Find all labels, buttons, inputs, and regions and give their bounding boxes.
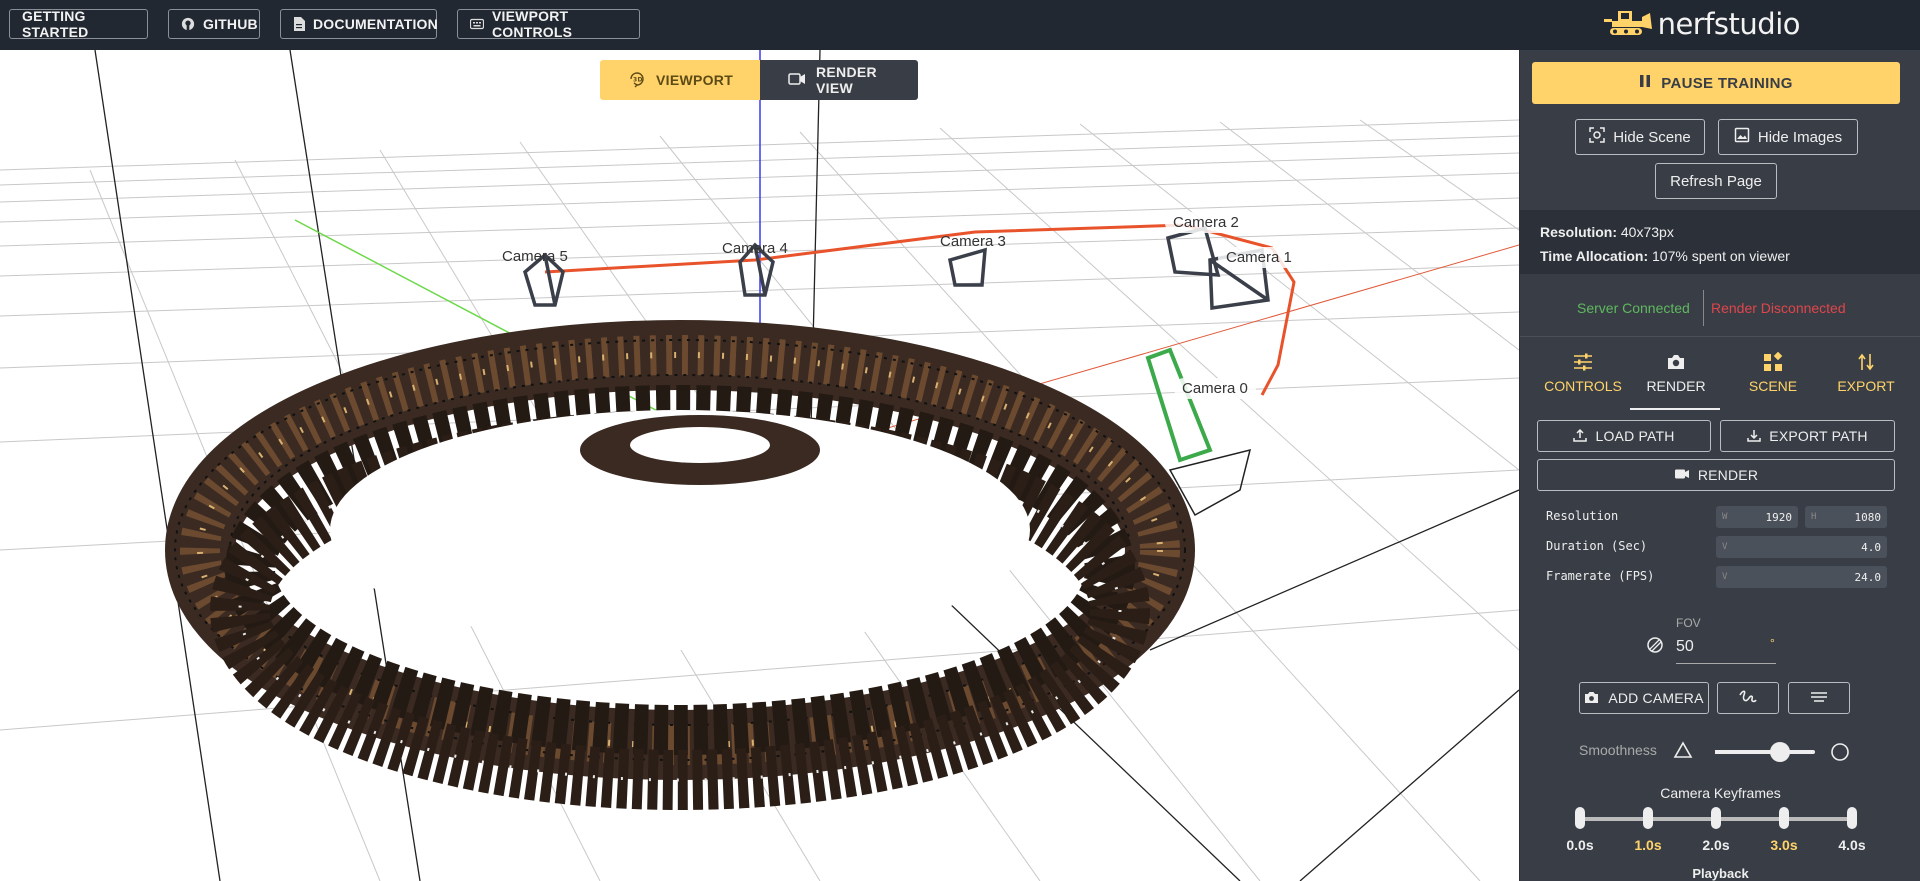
camera-1-label[interactable]: Camera 1 [1218, 247, 1300, 268]
duration-input[interactable]: V 4.0 [1716, 536, 1887, 558]
camera-2-label[interactable]: Camera 2 [1165, 212, 1247, 233]
render-button[interactable]: RENDER [1537, 459, 1895, 491]
getting-started-button[interactable]: GETTING STARTED [9, 8, 148, 40]
image-icon [1734, 127, 1750, 147]
camera-3-frustum [947, 247, 987, 287]
keyboard-icon [470, 17, 484, 31]
hide-scene-button[interactable]: Hide Scene [1575, 119, 1705, 155]
keyframe-time-label: 1.0s [1634, 837, 1662, 853]
framerate-input[interactable]: V 24.0 [1716, 566, 1887, 588]
circle-icon [1830, 742, 1850, 767]
tab-separator [1520, 336, 1920, 337]
3d-viewport[interactable]: Camera 5 Camera 4 Camera 3 Camera 2 Came… [0, 50, 1519, 881]
tab-controls[interactable]: CONTROLS [1535, 350, 1631, 410]
bulldozer-icon [1603, 7, 1654, 42]
view-toggle: 3D VIEWPORT RENDER VIEW [600, 60, 918, 100]
svg-text:3D: 3D [633, 76, 643, 83]
hide-images-button[interactable]: Hide Images [1718, 119, 1858, 155]
render-status: Render Disconnected [1711, 300, 1846, 316]
smoothness-slider[interactable] [1715, 742, 1815, 762]
fov-input[interactable]: 50 [1676, 638, 1776, 664]
keyframe-time-label: 3.0s [1770, 837, 1798, 853]
focus-frame-icon [1589, 127, 1605, 147]
fov-unit: ° [1770, 636, 1775, 650]
tab-scene[interactable]: SCENE [1725, 350, 1821, 410]
tab-export[interactable]: EXPORT [1818, 350, 1914, 410]
add-camera-button[interactable]: ADD CAMERA [1579, 682, 1709, 714]
smoothness-label: Smoothness [1579, 742, 1657, 758]
resolution-info: Resolution: 40x73px [1540, 224, 1674, 240]
keyframe-marker[interactable] [1847, 807, 1857, 829]
gesture-icon [1738, 689, 1758, 708]
fov-label: FOV [1676, 616, 1701, 630]
document-icon [293, 17, 305, 31]
camera-3-label[interactable]: Camera 3 [940, 233, 1006, 250]
playback-label: Playback [1692, 866, 1749, 881]
time-allocation-info: Time Allocation: 107% spent on viewer [1540, 248, 1790, 264]
github-icon [181, 17, 195, 31]
tab-render[interactable]: RENDER [1628, 350, 1724, 410]
refresh-page-button[interactable]: Refresh Page [1655, 163, 1777, 199]
camera-0-label[interactable]: Camera 0 [1174, 378, 1256, 399]
sliders-icon [1573, 350, 1593, 374]
pause-icon [1639, 74, 1651, 92]
keyframe-time-label: 4.0s [1838, 837, 1866, 853]
keyframe-marker[interactable] [1643, 807, 1653, 829]
export-path-button[interactable]: EXPORT PATH [1720, 420, 1895, 452]
duration-label: Duration (Sec) [1546, 539, 1648, 553]
video-camera-icon [788, 72, 806, 89]
camera-5-label[interactable]: Camera 5 [502, 248, 568, 265]
lens-icon [1646, 636, 1664, 659]
keyframes-title: Camera Keyframes [1660, 785, 1781, 801]
github-button[interactable]: GITHUB [168, 9, 260, 39]
download-icon [1747, 428, 1762, 445]
draw-path-button[interactable] [1717, 682, 1779, 714]
viewport-tab[interactable]: 3D VIEWPORT [600, 60, 760, 100]
smoothness-thumb[interactable] [1770, 742, 1790, 762]
pause-training-button[interactable]: PAUSE TRAINING [1532, 62, 1900, 104]
keyframe-marker[interactable] [1711, 807, 1721, 829]
control-panel: PAUSE TRAINING Hide Scene Hide Images Re… [1519, 50, 1920, 881]
logo-text: nerfstudio [1657, 7, 1801, 41]
keyframe-marker[interactable] [1575, 807, 1585, 829]
scene-canvas[interactable] [0, 50, 1519, 881]
sort-menu-button[interactable] [1788, 682, 1850, 714]
keyframe-time-label: 0.0s [1566, 837, 1594, 853]
server-status: Server Connected [1577, 300, 1690, 316]
status-divider [1703, 290, 1704, 326]
menu-lines-icon [1810, 690, 1828, 706]
load-path-button[interactable]: LOAD PATH [1537, 420, 1711, 452]
triangle-icon [1673, 741, 1693, 764]
swap-vert-icon [1857, 350, 1875, 374]
resolution-height-input[interactable]: H 1080 [1805, 506, 1887, 528]
keyframe-time-label: 2.0s [1702, 837, 1730, 853]
documentation-button[interactable]: DOCUMENTATION [280, 9, 438, 39]
upload-icon [1573, 428, 1588, 445]
training-info [1520, 210, 1920, 274]
framerate-label: Framerate (FPS) [1546, 569, 1655, 583]
resolution-width-input[interactable]: W 1920 [1716, 506, 1798, 528]
camera-0-frustum [1145, 347, 1213, 463]
camera-icon [1666, 350, 1686, 374]
active-tab-indicator [1630, 408, 1720, 410]
add-photo-icon [1584, 689, 1600, 708]
nerfstudio-logo: nerfstudio [1603, 6, 1801, 42]
top-bar: GETTING STARTED GITHUB DOCUMENTATION VIE… [0, 0, 1920, 50]
camera-4-label[interactable]: Camera 4 [722, 240, 788, 257]
render-view-tab[interactable]: RENDER VIEW [760, 60, 918, 100]
keyframe-marker[interactable] [1779, 807, 1789, 829]
viewport-controls-button[interactable]: VIEWPORT CONTROLS [457, 8, 640, 40]
video-camera-icon [1674, 467, 1690, 483]
training-image-ring [165, 320, 1195, 810]
3d-rotate-icon: 3D [628, 70, 646, 91]
resolution-label: Resolution [1546, 509, 1619, 523]
widgets-icon [1763, 350, 1783, 374]
